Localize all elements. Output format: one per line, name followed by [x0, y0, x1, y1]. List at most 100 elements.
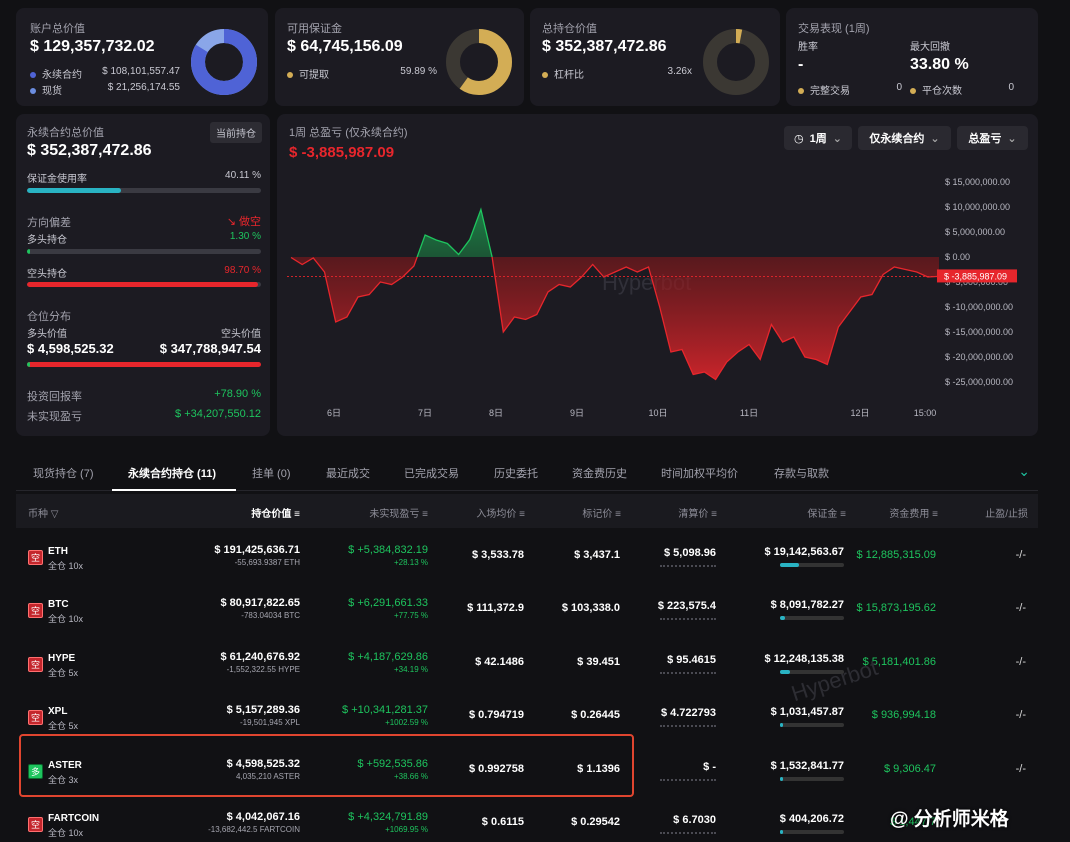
col-liq[interactable]: 清算价 ≡	[678, 505, 717, 520]
closed-label: 完整交易	[810, 86, 850, 97]
perp-panel: 永续合约总价值 当前持仓 $ 352,387,472.86 保证金使用率 40.…	[16, 114, 270, 436]
tab-completed-trades[interactable]: 已完成交易	[404, 465, 459, 481]
coin-symbol[interactable]: FARTCOIN	[48, 813, 99, 824]
upnl-value: $ +34,207,550.12	[175, 408, 261, 420]
bias-indicator: ↘ 做空	[227, 213, 261, 229]
margin-bar	[780, 616, 844, 621]
margin-bar	[780, 563, 844, 567]
tpsl-value[interactable]: -/-	[1016, 602, 1026, 614]
position-qty: -13,682,442.5 FARTCOIN	[208, 825, 300, 834]
mark-price: $ 39.451	[577, 655, 620, 668]
account-value-label: 账户总价值	[30, 23, 85, 35]
tab-funding-history[interactable]: 资金费历史	[572, 465, 627, 481]
y-tick-label: $ 5,000,000.00	[945, 227, 1005, 237]
coin-symbol[interactable]: BTC	[48, 599, 69, 610]
liq-dots	[660, 832, 716, 834]
long-value: 1.30 %	[229, 231, 261, 242]
position-value: $ 61,240,676.92	[220, 650, 300, 663]
side-badge: 空	[28, 710, 43, 726]
y-tick-label: $ -20,000,000.00	[945, 352, 1013, 362]
period-label: 1周	[809, 133, 827, 145]
metric-select[interactable]: 总盈亏 ⌄	[957, 126, 1028, 150]
position-value: $ 191,425,636.71	[214, 544, 300, 556]
col-funding[interactable]: 资金费用 ≡	[889, 505, 938, 520]
performance-card: 交易表现 (1周) 胜率 - 最大回撤 33.80 % 完整交易 0 平仓次数 …	[786, 8, 1038, 106]
position-qty: -783.04034 BTC	[241, 611, 300, 621]
author-watermark-text: @ 分析师米格	[890, 809, 1009, 830]
upnl-cell: $ +4,324,791.89 +1069.95 %	[348, 811, 428, 834]
distribution-label: 仓位分布	[27, 311, 71, 323]
upnl-pct: +34.19 %	[393, 664, 428, 674]
liq-dots	[660, 671, 716, 674]
table-row[interactable]: 空 HYPE 全仓 5x $ 61,240,676.92 -1,552,322.…	[16, 635, 1038, 688]
tab-twap[interactable]: 时间加权平均价	[661, 465, 738, 481]
tpsl-value[interactable]: -/-	[1016, 763, 1026, 775]
mark-price: $ 3,437.1	[574, 549, 620, 561]
liq-price: $ -	[703, 760, 716, 773]
short-bar	[27, 282, 261, 287]
x-tick-label: 8日	[489, 408, 503, 418]
scope-select[interactable]: 仅永续合约 ⌄	[858, 126, 951, 150]
margin-value: $ 8,091,782.27	[770, 599, 844, 612]
tpsl-value[interactable]: -/-	[1016, 709, 1026, 721]
roi-value: +78.90 %	[214, 388, 261, 400]
tab-recent-trades[interactable]: 最近成交	[326, 465, 370, 481]
upnl-value: $ +5,384,832.19	[348, 544, 428, 556]
sort-icon: ≡	[519, 509, 525, 520]
tab-deposits-withdrawals[interactable]: 存款与取款	[774, 465, 829, 481]
table-row[interactable]: 空 FARTCOIN 全仓 10x $ 4,042,067.16 -13,682…	[16, 795, 1038, 842]
chevron-down-icon: ⌄	[832, 132, 842, 145]
sort-icon: ≡	[840, 509, 846, 520]
y-tick-label: $ -10,000,000.00	[945, 302, 1013, 312]
entry-price: $ 42.1486	[475, 655, 524, 668]
table-row[interactable]: 空 BTC 全仓 10x $ 80,917,822.65 -783.04034 …	[16, 581, 1038, 634]
positions-tabs: 现货持仓 (7) 永续合约持仓 (11) 挂单 (0) 最近成交 已完成交易 历…	[16, 455, 1038, 491]
col-position-value[interactable]: 持仓价值 ≡	[251, 505, 300, 520]
coin-symbol[interactable]: XPL	[48, 706, 67, 717]
expand-chevron-icon[interactable]: ⌄	[1018, 463, 1030, 480]
leverage-label: 杠杆比	[554, 70, 584, 81]
tab-orders[interactable]: 挂单 (0)	[252, 465, 291, 481]
position-qty: -1,552,322.55 HYPE	[226, 664, 300, 674]
col-entry[interactable]: 入场均价 ≡	[476, 505, 525, 520]
spot-row-value: $ 21,256,174.55	[107, 82, 180, 93]
flat-value: 0	[1008, 82, 1014, 93]
period-select[interactable]: ◷ 1周 ⌄	[784, 126, 852, 150]
table-header: 币种 ▽ 持仓价值 ≡ 未实现盈亏 ≡ 入场均价 ≡ 标记价 ≡ 清算价 ≡ 保…	[16, 494, 1038, 528]
margin-bar	[780, 830, 844, 834]
tab-perp[interactable]: 永续合约持仓 (11)	[128, 465, 216, 481]
col-margin[interactable]: 保证金 ≡	[807, 505, 846, 520]
side-badge: 空	[28, 603, 43, 619]
col-mark[interactable]: 标记价 ≡	[582, 505, 621, 520]
margin-mode: 全仓 5x	[48, 667, 79, 678]
col-coin[interactable]: 币种 ▽	[28, 505, 58, 520]
pnl-chart: Hyperbot $ 15,000,000.00$ 10,000,000.00$…	[287, 177, 1017, 418]
tpsl-value[interactable]: -/-	[1016, 656, 1026, 668]
filter-icon: ▽	[50, 509, 59, 520]
tab-spot[interactable]: 现货持仓 (7)	[33, 465, 94, 481]
table-row[interactable]: 空 ETH 全仓 10x $ 191,425,636.71 -55,693.93…	[16, 528, 1038, 581]
chart-title: 1周 总盈亏 (仅永续合约)	[289, 127, 408, 139]
position-value-cell: $ 4,042,067.16 -13,682,442.5 FARTCOIN	[208, 811, 300, 834]
current-position-badge[interactable]: 当前持仓	[210, 122, 262, 143]
tpsl-value[interactable]: -/-	[1016, 549, 1026, 561]
tab-order-history[interactable]: 历史委托	[494, 465, 538, 481]
margin-value: $ 1,532,841.77	[770, 759, 844, 772]
sort-icon: ≡	[711, 509, 717, 520]
margin-mode: 全仓 10x	[48, 614, 84, 625]
position-value: $ 352,387,472.86	[542, 38, 667, 55]
position-value-cell: $ 5,157,289.36 -19,501,945 XPL	[227, 704, 300, 727]
funding-value: $ 12,885,315.09	[856, 549, 936, 561]
position-value-cell: $ 191,425,636.71 -55,693.9387 ETH	[214, 544, 300, 567]
coin-symbol[interactable]: ETH	[48, 546, 68, 557]
entry-price: $ 0.6115	[481, 816, 524, 828]
leverage-value: 3.26x	[667, 66, 692, 77]
coin-symbol[interactable]: HYPE	[48, 653, 75, 664]
upnl-label: 未实现盈亏	[27, 411, 82, 423]
position-donut	[703, 29, 769, 95]
position-qty: -55,693.9387 ETH	[234, 558, 300, 567]
x-tick-label: 15:00	[914, 408, 937, 418]
col-upnl[interactable]: 未实现盈亏 ≡	[369, 505, 428, 520]
highlight-box	[19, 734, 634, 797]
upnl-pct: +1069.95 %	[385, 825, 428, 834]
